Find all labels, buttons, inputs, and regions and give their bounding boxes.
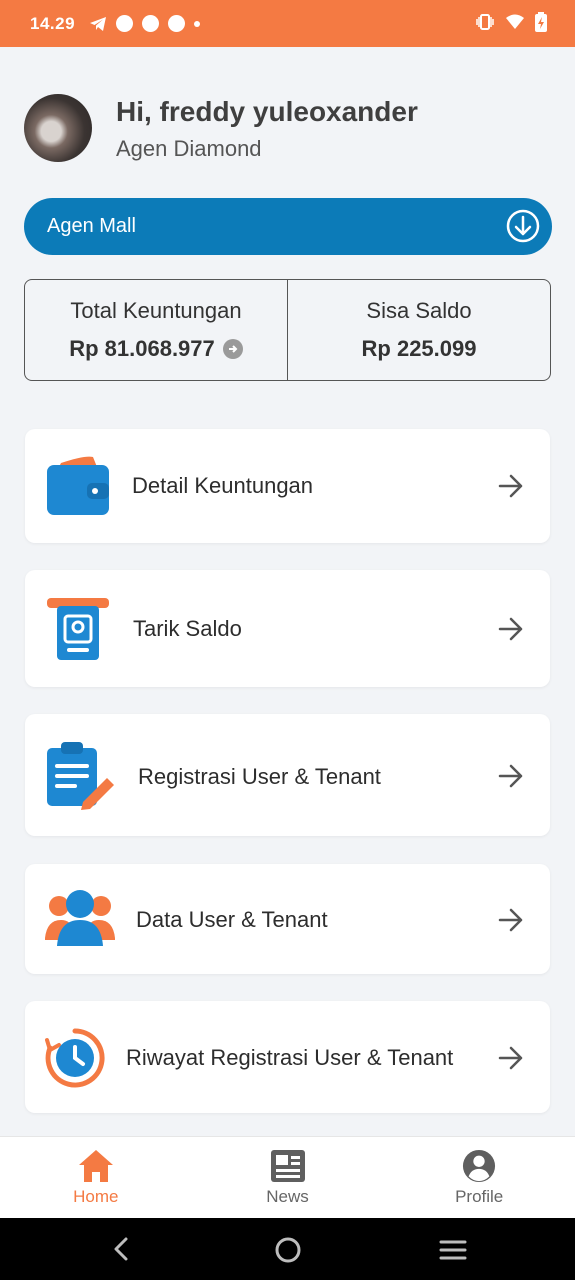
status-time: 14.29 — [30, 13, 76, 33]
nav-news[interactable]: News — [192, 1137, 384, 1219]
menu-item-detail-keuntungan[interactable]: Detail Keuntungan — [25, 429, 550, 543]
nav-profile[interactable]: Profile — [383, 1137, 575, 1219]
home-circle-icon[interactable] — [274, 1236, 302, 1264]
wifi-icon — [506, 14, 524, 29]
agent-level: Agen Diamond — [116, 136, 262, 161]
agen-mall-button[interactable]: Agen Mall — [24, 198, 552, 255]
remaining-balance-label: Sisa Saldo — [366, 298, 472, 323]
system-navigation-bar — [0, 1218, 575, 1280]
wallet-icon — [47, 456, 109, 515]
menu-item-label: Detail Keuntungan — [132, 473, 314, 498]
total-profit[interactable]: Total Keuntungan Rp 81.068.977 — [25, 280, 287, 380]
menu-item-tarik-saldo[interactable]: Tarik Saldo — [25, 570, 550, 687]
compass-notification-icon — [142, 15, 160, 32]
back-icon[interactable] — [112, 1236, 130, 1262]
menu-item-label: Riwayat Registrasi User & Tenant — [126, 1045, 454, 1070]
arrow-right-icon — [498, 474, 523, 498]
vibrate-icon — [476, 14, 494, 30]
menu-item-riwayat-registrasi[interactable]: Riwayat Registrasi User & Tenant — [25, 1001, 550, 1113]
menu-item-data-user[interactable]: Data User & Tenant — [25, 864, 550, 974]
battery-icon — [535, 12, 547, 32]
arrow-right-icon — [498, 1046, 523, 1070]
remaining-balance: Sisa Saldo Rp 225.099 — [287, 280, 550, 380]
nav-label: Profile — [455, 1187, 504, 1206]
menu-item-label: Data User & Tenant — [136, 907, 328, 932]
status-bar: 14.29 — [0, 0, 575, 47]
avatar[interactable] — [24, 94, 92, 162]
remaining-balance-value: Rp 225.099 — [361, 336, 477, 361]
balance-summary: Total Keuntungan Rp 81.068.977 Sisa Sald… — [24, 279, 551, 381]
telegram-icon — [90, 16, 107, 31]
arrow-right-icon — [498, 908, 523, 932]
more-notifications-dot — [194, 20, 201, 27]
agen-mall-label: Agen Mall — [47, 215, 136, 237]
greeting-title: Hi, freddy yuleoxander — [116, 96, 418, 127]
total-profit-label: Total Keuntungan — [70, 298, 242, 323]
media-notification-icon — [168, 15, 186, 32]
menu-item-registrasi[interactable]: Registrasi User & Tenant — [25, 714, 550, 836]
arrow-right-icon — [498, 764, 523, 788]
news-icon — [270, 1150, 305, 1182]
recents-menu-icon[interactable] — [439, 1238, 467, 1262]
total-profit-value: Rp 81.068.977 — [69, 336, 215, 361]
nav-home[interactable]: Home — [0, 1137, 192, 1219]
clipboard-edit-icon — [47, 742, 114, 810]
users-icon — [45, 890, 115, 946]
history-clock-icon — [45, 1028, 105, 1088]
nav-label: Home — [73, 1187, 119, 1206]
bottom-navigation: Home News Profile — [0, 1136, 575, 1219]
nav-label: News — [266, 1187, 309, 1206]
menu-item-label: Registrasi User & Tenant — [138, 764, 381, 789]
profile-icon — [463, 1149, 496, 1183]
withdraw-icon — [47, 598, 109, 660]
home-icon — [78, 1150, 113, 1182]
app-notification-icon — [116, 15, 134, 32]
arrow-right-icon — [498, 617, 523, 641]
menu-item-label: Tarik Saldo — [133, 616, 242, 641]
arrow-right-circle-icon[interactable] — [222, 339, 243, 359]
download-circle-icon — [506, 209, 540, 243]
